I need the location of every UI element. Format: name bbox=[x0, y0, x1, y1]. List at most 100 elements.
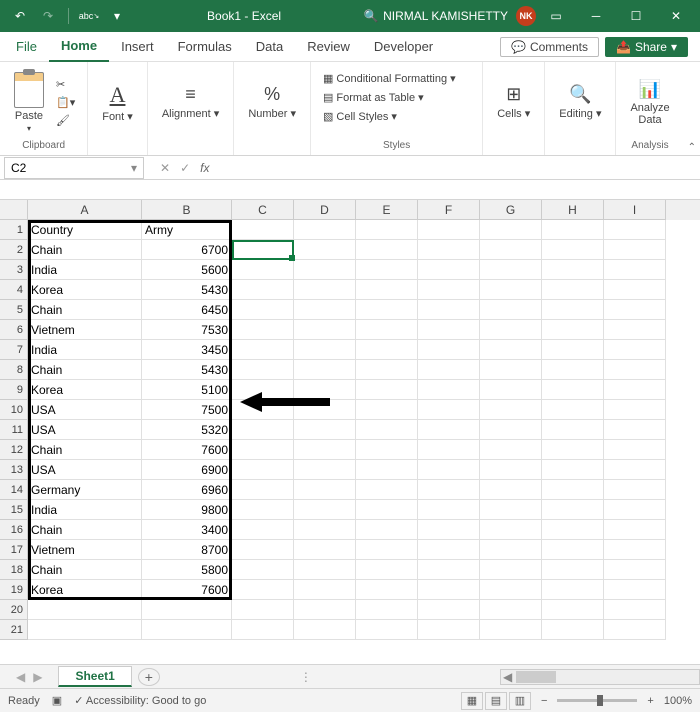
cell-G19[interactable] bbox=[480, 580, 542, 600]
cell-G21[interactable] bbox=[480, 620, 542, 640]
cell-I11[interactable] bbox=[604, 420, 666, 440]
cell-B1[interactable]: Army bbox=[142, 220, 232, 240]
column-header-E[interactable]: E bbox=[356, 200, 418, 220]
cell-G17[interactable] bbox=[480, 540, 542, 560]
cell-F4[interactable] bbox=[418, 280, 480, 300]
cell-D7[interactable] bbox=[294, 340, 356, 360]
cell-H19[interactable] bbox=[542, 580, 604, 600]
formula-enter-button[interactable]: ✓ bbox=[180, 161, 190, 175]
cell-F3[interactable] bbox=[418, 260, 480, 280]
cell-D15[interactable] bbox=[294, 500, 356, 520]
cell-F1[interactable] bbox=[418, 220, 480, 240]
cell-I3[interactable] bbox=[604, 260, 666, 280]
row-header-11[interactable]: 11 bbox=[0, 420, 28, 440]
cell-E7[interactable] bbox=[356, 340, 418, 360]
cell-A4[interactable]: Korea bbox=[28, 280, 142, 300]
cell-A11[interactable]: USA bbox=[28, 420, 142, 440]
search-icon[interactable]: 🔍 bbox=[359, 9, 383, 23]
column-header-I[interactable]: I bbox=[604, 200, 666, 220]
cell-C16[interactable] bbox=[232, 520, 294, 540]
row-header-1[interactable]: 1 bbox=[0, 220, 28, 240]
row-header-2[interactable]: 2 bbox=[0, 240, 28, 260]
avatar[interactable]: NK bbox=[516, 6, 536, 26]
cell-C3[interactable] bbox=[232, 260, 294, 280]
cell-G18[interactable] bbox=[480, 560, 542, 580]
cell-I13[interactable] bbox=[604, 460, 666, 480]
cell-B12[interactable]: 7600 bbox=[142, 440, 232, 460]
page-break-view-button[interactable]: ▥ bbox=[509, 692, 531, 710]
cell-C12[interactable] bbox=[232, 440, 294, 460]
formula-cancel-button[interactable]: ✕ bbox=[160, 161, 170, 175]
conditional-formatting-button[interactable]: ▦ Conditional Formatting ▾ bbox=[319, 70, 460, 87]
cell-D2[interactable] bbox=[294, 240, 356, 260]
cell-B5[interactable]: 6450 bbox=[142, 300, 232, 320]
cell-I6[interactable] bbox=[604, 320, 666, 340]
cell-G7[interactable] bbox=[480, 340, 542, 360]
cell-F12[interactable] bbox=[418, 440, 480, 460]
cell-G2[interactable] bbox=[480, 240, 542, 260]
cell-D18[interactable] bbox=[294, 560, 356, 580]
cell-C14[interactable] bbox=[232, 480, 294, 500]
cell-A3[interactable]: India bbox=[28, 260, 142, 280]
cell-G13[interactable] bbox=[480, 460, 542, 480]
cell-H20[interactable] bbox=[542, 600, 604, 620]
accessibility-status[interactable]: ✓ Accessibility: Good to go bbox=[74, 694, 206, 707]
cell-E13[interactable] bbox=[356, 460, 418, 480]
cell-E15[interactable] bbox=[356, 500, 418, 520]
cell-B3[interactable]: 5600 bbox=[142, 260, 232, 280]
cell-F20[interactable] bbox=[418, 600, 480, 620]
row-header-17[interactable]: 17 bbox=[0, 540, 28, 560]
cell-H4[interactable] bbox=[542, 280, 604, 300]
format-painter-button[interactable]: 🖌 bbox=[52, 112, 79, 129]
cell-A19[interactable]: Korea bbox=[28, 580, 142, 600]
cell-A6[interactable]: Vietnem bbox=[28, 320, 142, 340]
cell-A16[interactable]: Chain bbox=[28, 520, 142, 540]
cell-B7[interactable]: 3450 bbox=[142, 340, 232, 360]
cell-D8[interactable] bbox=[294, 360, 356, 380]
cell-C11[interactable] bbox=[232, 420, 294, 440]
cell-G10[interactable] bbox=[480, 400, 542, 420]
cell-I7[interactable] bbox=[604, 340, 666, 360]
cell-A5[interactable]: Chain bbox=[28, 300, 142, 320]
cell-C8[interactable] bbox=[232, 360, 294, 380]
cell-A20[interactable] bbox=[28, 600, 142, 620]
cell-D3[interactable] bbox=[294, 260, 356, 280]
cell-H17[interactable] bbox=[542, 540, 604, 560]
column-header-B[interactable]: B bbox=[142, 200, 232, 220]
cell-I19[interactable] bbox=[604, 580, 666, 600]
cell-E17[interactable] bbox=[356, 540, 418, 560]
cell-styles-button[interactable]: ▧ Cell Styles ▾ bbox=[319, 108, 401, 125]
cell-F13[interactable] bbox=[418, 460, 480, 480]
cell-B17[interactable]: 8700 bbox=[142, 540, 232, 560]
cell-A9[interactable]: Korea bbox=[28, 380, 142, 400]
cell-H15[interactable] bbox=[542, 500, 604, 520]
cell-C19[interactable] bbox=[232, 580, 294, 600]
cell-I9[interactable] bbox=[604, 380, 666, 400]
cell-B19[interactable]: 7600 bbox=[142, 580, 232, 600]
comments-button[interactable]: 💬 Comments bbox=[500, 37, 599, 57]
row-header-20[interactable]: 20 bbox=[0, 600, 28, 620]
row-header-12[interactable]: 12 bbox=[0, 440, 28, 460]
cell-E16[interactable] bbox=[356, 520, 418, 540]
cell-D12[interactable] bbox=[294, 440, 356, 460]
sheet-tab-sheet1[interactable]: Sheet1 bbox=[58, 666, 131, 687]
cell-A14[interactable]: Germany bbox=[28, 480, 142, 500]
column-header-F[interactable]: F bbox=[418, 200, 480, 220]
cell-E9[interactable] bbox=[356, 380, 418, 400]
home-jump-button[interactable]: abc↘ bbox=[77, 4, 101, 28]
cell-H8[interactable] bbox=[542, 360, 604, 380]
cell-I8[interactable] bbox=[604, 360, 666, 380]
cell-B10[interactable]: 7500 bbox=[142, 400, 232, 420]
cell-H21[interactable] bbox=[542, 620, 604, 640]
cell-A10[interactable]: USA bbox=[28, 400, 142, 420]
paste-button[interactable]: Paste▾ bbox=[8, 70, 50, 135]
cell-H12[interactable] bbox=[542, 440, 604, 460]
cell-H9[interactable] bbox=[542, 380, 604, 400]
cell-B21[interactable] bbox=[142, 620, 232, 640]
zoom-out-button[interactable]: − bbox=[541, 695, 547, 707]
row-header-16[interactable]: 16 bbox=[0, 520, 28, 540]
cell-D13[interactable] bbox=[294, 460, 356, 480]
row-header-14[interactable]: 14 bbox=[0, 480, 28, 500]
cell-G1[interactable] bbox=[480, 220, 542, 240]
row-header-18[interactable]: 18 bbox=[0, 560, 28, 580]
